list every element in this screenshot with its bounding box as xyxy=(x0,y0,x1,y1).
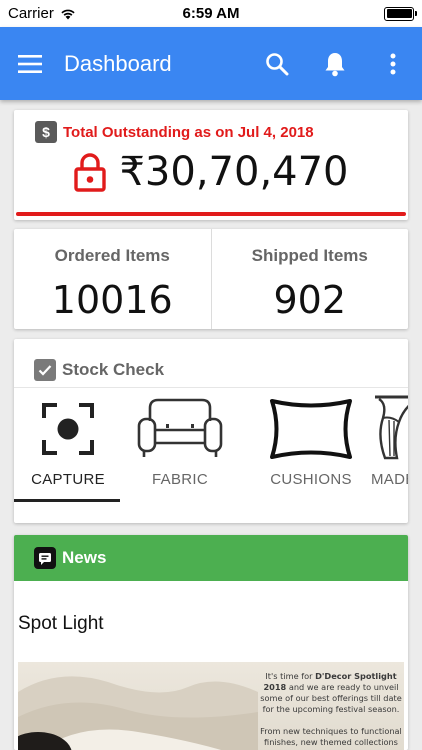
app-bar: Dashboard xyxy=(0,27,422,100)
status-bar: Carrier 6:59 AM xyxy=(0,0,422,27)
tab-capture[interactable]: CAPTURE xyxy=(14,388,122,502)
dollar-icon: $ xyxy=(35,121,57,143)
fabric-drape-image xyxy=(18,676,258,750)
news-item-text: It's time for D'Decor Spotlight 2018 and… xyxy=(260,671,402,750)
ordered-items-panel[interactable]: Ordered Items 10016 xyxy=(14,229,211,329)
wifi-icon xyxy=(61,9,75,19)
tab-made[interactable]: MADE xyxy=(369,388,408,502)
more-options-button[interactable] xyxy=(364,27,422,100)
search-button[interactable] xyxy=(248,27,306,100)
news-card: News Spot Light It's time for D'Decor Sp… xyxy=(14,535,408,750)
news-label: News xyxy=(62,548,107,567)
lock-icon xyxy=(74,153,107,192)
ordered-items-value: 10016 xyxy=(51,278,173,322)
sofa-icon xyxy=(137,398,223,457)
outstanding-label: Total Outstanding as on Jul 4, 2018 xyxy=(63,123,314,141)
curtain-icon xyxy=(375,395,408,460)
tab-fabric-label: FABRIC xyxy=(152,471,208,488)
shipped-items-label: Shipped Items xyxy=(251,246,368,265)
outstanding-card[interactable]: $ Total Outstanding as on Jul 4, 2018 ₹3… xyxy=(14,110,408,220)
tab-cushions[interactable]: CUSHIONS xyxy=(247,388,375,502)
tab-made-label: MADE xyxy=(371,471,408,488)
shipped-items-panel[interactable]: Shipped Items 902 xyxy=(210,229,409,329)
page-title: Dashboard xyxy=(64,50,172,76)
carrier-label: Carrier xyxy=(8,5,54,22)
tab-fabric[interactable]: FABRIC xyxy=(126,388,234,502)
capture-icon xyxy=(42,403,94,455)
notifications-button[interactable] xyxy=(306,27,364,100)
stock-check-label: Stock Check xyxy=(62,360,165,379)
tab-capture-label: CAPTURE xyxy=(31,471,105,488)
items-summary-card: Ordered Items 10016 Shipped Items 902 xyxy=(14,229,408,329)
shipped-items-value: 902 xyxy=(273,278,347,322)
hamburger-icon xyxy=(18,54,42,73)
news-icon xyxy=(34,547,56,569)
alert-underline xyxy=(16,212,406,216)
more-vert-icon xyxy=(390,53,396,74)
cushion-icon xyxy=(270,399,352,459)
active-tab-indicator xyxy=(14,499,120,502)
ordered-items-label: Ordered Items xyxy=(54,246,170,265)
news-item-title[interactable]: Spot Light xyxy=(14,581,408,635)
tab-cushions-label: CUSHIONS xyxy=(270,471,352,488)
checkbox-icon xyxy=(34,359,56,381)
stock-category-tabs: CAPTURE FABRIC CUSHIONS MAD xyxy=(14,388,408,502)
outstanding-amount: ₹30,70,470 xyxy=(119,149,349,195)
news-item-image[interactable]: It's time for D'Decor Spotlight 2018 and… xyxy=(18,662,404,750)
bell-icon xyxy=(325,52,345,76)
stock-check-card: Stock Check CAPTURE FABRIC CUSHIONS MAD xyxy=(14,339,408,523)
battery-icon xyxy=(384,6,417,21)
menu-button[interactable] xyxy=(0,27,60,100)
search-icon xyxy=(266,52,289,75)
